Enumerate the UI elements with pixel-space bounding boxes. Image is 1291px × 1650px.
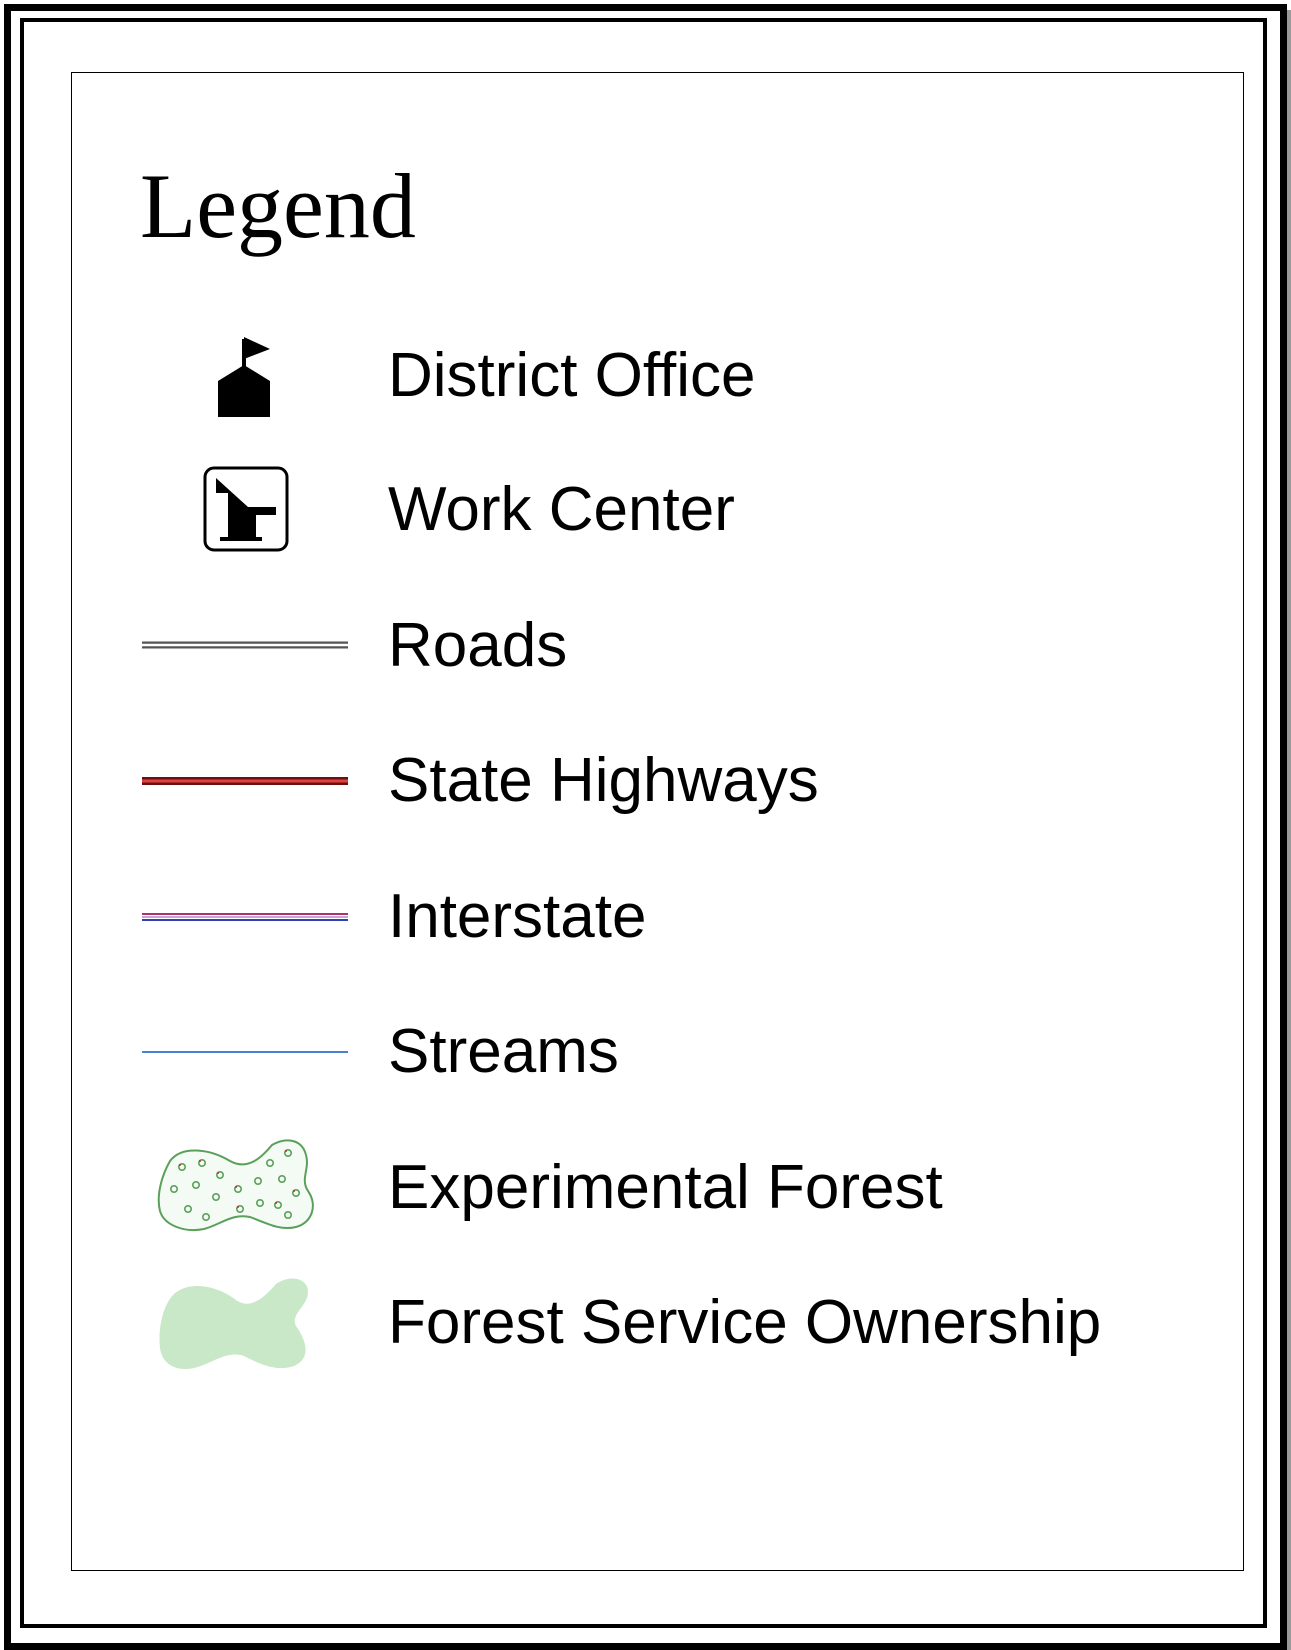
legend-item-state-highways: State Highways xyxy=(0,726,1291,836)
legend-item-district-office: District Office xyxy=(0,321,1291,431)
legend-item-interstate: Interstate xyxy=(0,862,1291,972)
legend-item-roads: Roads xyxy=(0,591,1291,701)
legend-label: Experimental Forest xyxy=(388,1153,943,1222)
legend-label: Forest Service Ownership xyxy=(388,1288,1102,1357)
legend-label: Work Center xyxy=(388,475,735,544)
legend-label: Interstate xyxy=(388,882,647,951)
stream-line-symbol xyxy=(140,997,350,1107)
legend-label: State Highways xyxy=(388,746,819,815)
interstate-line-symbol xyxy=(140,862,350,972)
legend-item-forest-service-ownership: Forest Service Ownership xyxy=(0,1268,1291,1378)
legend-label: District Office xyxy=(388,341,756,410)
legend-title: Legend xyxy=(140,155,416,257)
state-highway-line-symbol xyxy=(140,726,350,836)
experimental-forest-area-symbol xyxy=(140,1133,350,1243)
legend-label: Streams xyxy=(388,1017,619,1086)
work-center-icon xyxy=(140,455,350,565)
district-office-icon xyxy=(140,321,350,431)
legend-item-work-center: Work Center xyxy=(0,455,1291,565)
legend-item-experimental-forest: Experimental Forest xyxy=(0,1133,1291,1243)
forest-service-area-symbol xyxy=(140,1268,350,1378)
legend-label: Roads xyxy=(388,611,568,680)
road-line-symbol xyxy=(140,591,350,701)
legend-item-streams: Streams xyxy=(0,997,1291,1107)
